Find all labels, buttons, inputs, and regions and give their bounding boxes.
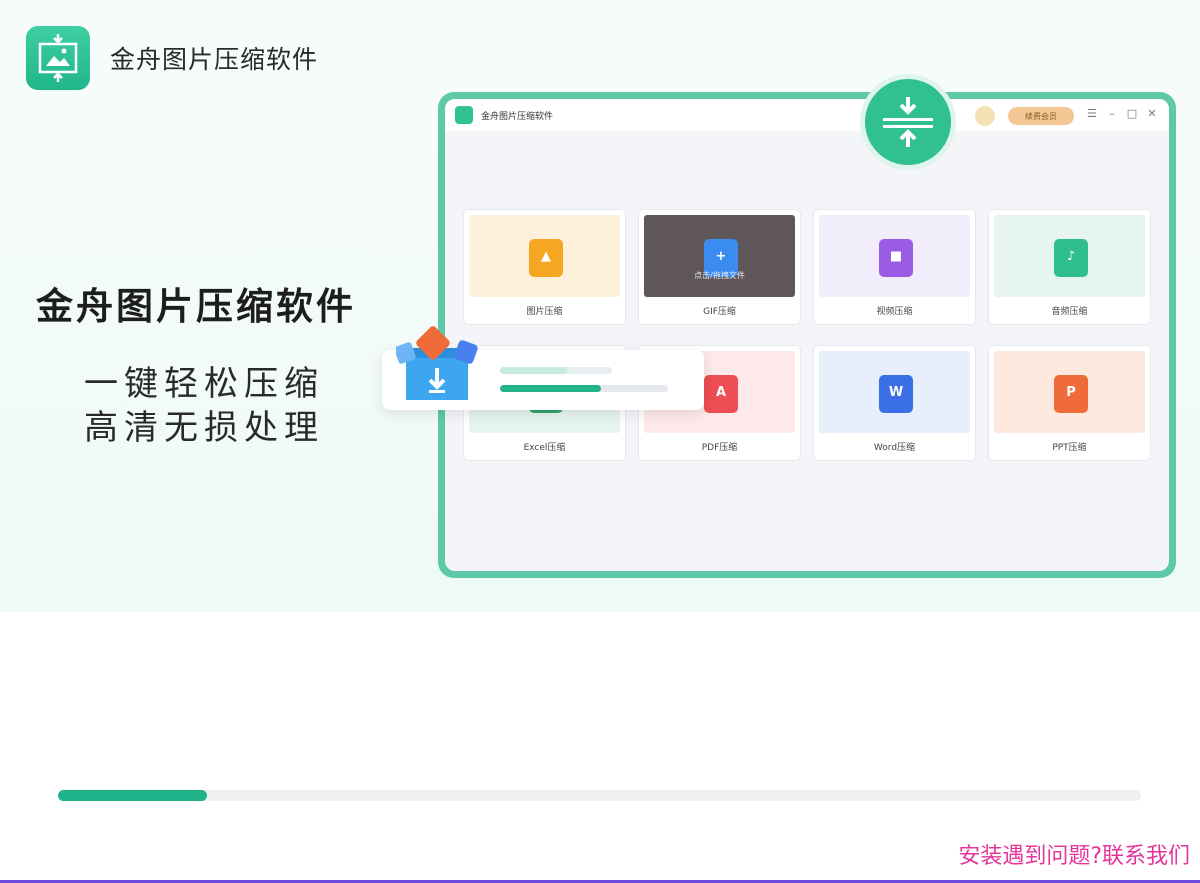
preview-app-icon [455,106,473,124]
feature-card-label: Word压缩 [873,443,916,453]
app-preview-window: 金舟图片压缩软件 续费会员 ☰ – □ ✕ ▲ 图片压缩 + 点击/拖拽文件 GIF压缩… [445,99,1169,571]
minimize-icon: – [1109,107,1115,120]
feature-icon-glyph: ♪ [1066,249,1076,264]
feature-icon: A [704,375,738,413]
feature-icon: ▲ [529,239,563,277]
feature-icon-glyph: A [715,385,727,400]
drop-hint-text: 点击/拖拽文件 [694,271,745,280]
feature-card-label: PPT压缩 [1052,443,1087,453]
compress-badge-icon [860,74,956,170]
feature-icon-glyph: ■ [889,249,903,264]
feature-icon: P [1054,375,1088,413]
hero-slogan-1: 一键轻松压缩 [84,364,324,404]
upload-progress-bar [500,367,612,374]
feature-card-label: Excel压缩 [523,443,566,453]
feature-card-thumb: W [819,351,970,433]
feature-icon-glyph: ▲ [541,249,551,264]
feature-card-label: 视频压缩 [876,307,913,317]
install-progress-bar [58,790,1141,801]
file-progress-bar [500,385,668,392]
feature-icon: ♪ [1054,239,1088,277]
feature-card-thumb: P [994,351,1145,433]
feature-card-thumb: ■ [819,215,970,297]
app-name: 金舟图片压缩软件 [110,45,319,74]
feature-card[interactable]: P PPT压缩 [988,345,1151,461]
feature-card[interactable]: ♪ 音频压缩 [988,209,1151,325]
feature-card-thumb: ♪ [994,215,1145,297]
feature-card[interactable]: ▲ 图片压缩 [463,209,626,325]
app-logo-icon [26,26,90,90]
hero-title: 金舟图片压缩软件 [36,285,356,328]
feature-card-label: 图片压缩 [526,307,563,317]
hero-slogan-2: 高清无损处理 [84,408,324,448]
maximize-icon: □ [1126,107,1138,120]
feature-card[interactable]: ■ 视频压缩 [813,209,976,325]
feature-card-thumb: ▲ [469,215,620,297]
menu-icon: ☰ [1087,107,1097,120]
vip-renew-badge: 续费会员 [1008,107,1074,125]
feature-card[interactable]: W Word压缩 [813,345,976,461]
feature-card-label: 音频压缩 [1051,307,1088,317]
download-box-icon [394,320,486,408]
install-progress-fill [58,790,208,801]
close-icon: ✕ [1147,107,1157,120]
contact-us-link[interactable]: 安装遇到问题?联系我们 [958,838,1190,870]
feature-card-thumb: + 点击/拖拽文件 [644,215,795,297]
preview-title: 金舟图片压缩软件 [481,111,554,122]
brand: 金舟图片压缩软件 [26,26,318,90]
feature-icon: W [879,375,913,413]
feature-icon: ■ [879,239,913,277]
feature-icon-glyph: P [1066,385,1076,400]
hero-banner: 金舟图片压缩软件 金舟图片压缩软件 一键轻松压缩 高清无损处理 金舟图片压缩软件… [0,0,1200,612]
feature-icon-glyph: W [888,385,904,400]
feature-card[interactable]: + 点击/拖拽文件 GIF压缩 [638,209,801,325]
medal-icon [975,106,995,126]
feature-icon-glyph: + [715,249,727,264]
app-preview-frame: 金舟图片压缩软件 续费会员 ☰ – □ ✕ ▲ 图片压缩 + 点击/拖拽文件 GIF压缩… [438,92,1176,578]
feature-card-label: GIF压缩 [703,307,736,317]
feature-card-label: PDF压缩 [701,443,738,453]
